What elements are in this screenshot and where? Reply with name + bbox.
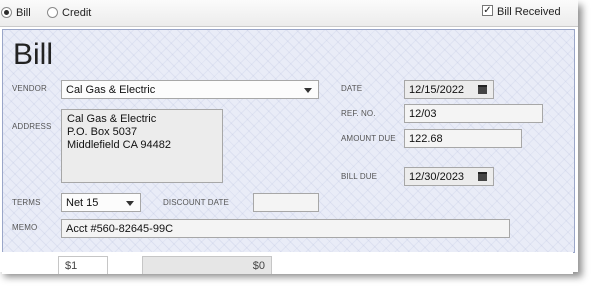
calendar-icon[interactable] <box>478 85 487 94</box>
address-line: Middlefield CA 94482 <box>67 139 171 151</box>
tab-items[interactable]: $0 <box>142 256 272 274</box>
vendor-value: Cal Gas & Electric <box>66 84 156 96</box>
vendor-label: VENDOR <box>12 84 47 93</box>
bill-due-value: 12/30/2023 <box>409 171 465 183</box>
terms-value: Net 15 <box>66 197 99 209</box>
memo-label: MEMO <box>12 223 38 232</box>
ref-no-label: REF. NO. <box>341 109 376 118</box>
bill-due-field[interactable]: 12/30/2023 <box>404 167 494 186</box>
bill-type-bar: Bill Credit ✓ Bill Received <box>0 0 578 27</box>
credit-radio[interactable] <box>47 7 58 18</box>
address-box[interactable]: Cal Gas & Electric P.O. Box 5037 Middlef… <box>61 109 223 183</box>
tab-expenses-amount: $1 <box>65 260 78 272</box>
bill-received-checkbox[interactable]: ✓ <box>482 5 493 16</box>
amount-due-field[interactable]: 122.68 <box>404 129 522 148</box>
memo-value: Acct #560-82645-99C <box>66 223 174 235</box>
date-field[interactable]: 12/15/2022 <box>404 80 494 99</box>
amount-due-value: 122.68 <box>409 133 443 145</box>
discount-date-label: DISCOUNT DATE <box>163 198 229 207</box>
ref-no-field[interactable]: 12/03 <box>404 104 543 123</box>
bill-form-panel: Bill VENDOR Cal Gas & Electric DATE 12/1… <box>2 29 575 253</box>
bill-radio-label[interactable]: Bill <box>16 7 31 19</box>
ref-no-value: 12/03 <box>409 108 437 120</box>
tab-expenses[interactable]: $1 <box>58 256 108 274</box>
address-line: Cal Gas & Electric <box>67 113 157 125</box>
amount-due-label: AMOUNT DUE <box>341 134 396 143</box>
bill-radio[interactable] <box>1 7 12 18</box>
address-label: ADDRESS <box>12 122 52 131</box>
terms-label: TERMS <box>12 198 41 207</box>
calendar-icon[interactable] <box>478 172 487 181</box>
bill-window: Bill Credit ✓ Bill Received Bill VENDOR … <box>0 0 578 274</box>
tab-items-amount: $0 <box>252 260 265 272</box>
terms-dropdown[interactable]: Net 15 <box>61 193 141 212</box>
discount-date-field[interactable] <box>253 193 319 212</box>
date-value: 12/15/2022 <box>409 84 465 96</box>
date-label: DATE <box>341 84 363 93</box>
bill-received-label[interactable]: Bill Received <box>497 6 561 18</box>
memo-field[interactable]: Acct #560-82645-99C <box>61 219 510 238</box>
bill-due-label: BILL DUE <box>341 172 378 181</box>
chevron-down-icon[interactable] <box>126 201 134 206</box>
credit-radio-label[interactable]: Credit <box>62 7 91 19</box>
detail-tabs-bar: $1 $0 <box>2 252 573 274</box>
vendor-dropdown[interactable]: Cal Gas & Electric <box>61 80 319 99</box>
chevron-down-icon[interactable] <box>304 88 312 93</box>
page-title: Bill <box>13 38 54 71</box>
address-line: P.O. Box 5037 <box>67 126 138 138</box>
